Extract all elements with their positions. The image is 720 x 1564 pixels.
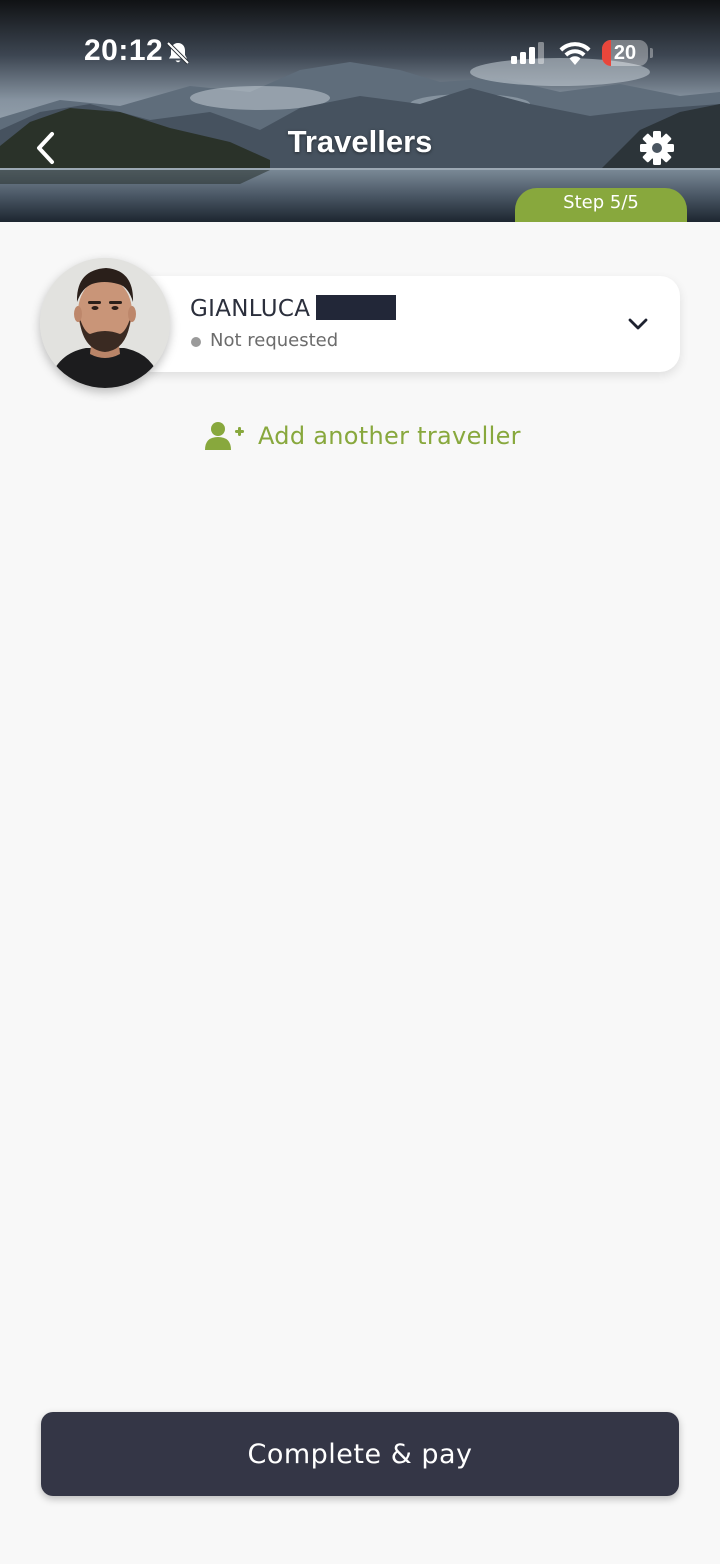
- redacted-surname: [316, 295, 397, 320]
- status-bar: 20:12 20: [0, 0, 720, 100]
- gear-icon: [640, 131, 674, 165]
- add-traveller-button[interactable]: Add another traveller: [204, 416, 521, 456]
- bell-slash-icon: [166, 41, 190, 65]
- chevron-left-icon: [37, 132, 54, 164]
- traveller-name: GIANLUCA: [190, 296, 311, 322]
- step-indicator-badge: Step 5/5: [515, 188, 687, 222]
- battery-percentage: 20: [613, 42, 637, 64]
- status-dot: [191, 337, 201, 347]
- chevron-down-icon[interactable]: [626, 312, 650, 336]
- wifi-icon: [559, 42, 591, 65]
- traveller-name-row: GIANLUCA: [190, 295, 397, 322]
- header-banner: 20:12 20 Travellers Step 5/5: [0, 0, 720, 222]
- cellular-signal-icon: [511, 42, 544, 64]
- user-plus-icon: [205, 422, 244, 450]
- traveller-status: Not requested: [210, 330, 339, 351]
- add-traveller-label: Add another traveller: [258, 422, 521, 450]
- page-title: Travellers: [287, 124, 433, 159]
- traveller-avatar: [40, 258, 170, 388]
- battery-cap: [650, 48, 653, 58]
- avatar-photo: [40, 258, 170, 388]
- settings-button[interactable]: [636, 127, 678, 169]
- battery-icon: 20: [602, 40, 648, 66]
- traveller-card[interactable]: GIANLUCA Not requested: [150, 276, 680, 372]
- back-button[interactable]: [28, 126, 68, 170]
- complete-and-pay-button[interactable]: Complete & pay: [41, 1412, 679, 1496]
- status-time: 20:12: [84, 34, 164, 67]
